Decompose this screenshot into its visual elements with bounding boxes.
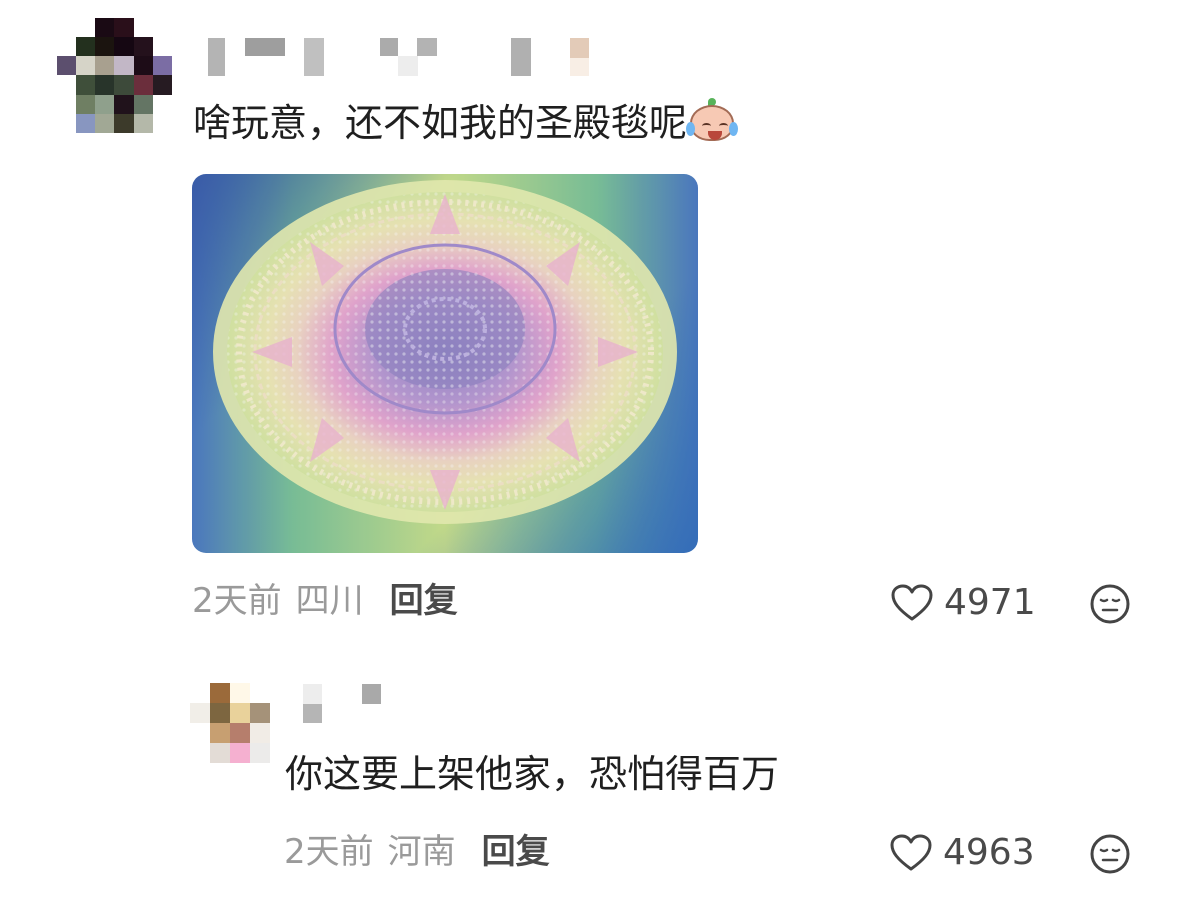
avatar[interactable] [57, 18, 172, 133]
comment-time: 2天前 [192, 581, 282, 621]
crochet-blanket-image [213, 180, 677, 524]
reply-meta: 2天前 河南 回复 [284, 835, 550, 869]
comment-location: 四川 [295, 581, 364, 621]
reply-text: 你这要上架他家，恐怕得百万 [285, 752, 780, 796]
comment-text-content: 啥玩意，还不如我的圣殿毯呢 [193, 101, 688, 145]
heart-icon [890, 834, 932, 871]
reply-like-button[interactable]: 4963 [889, 833, 1035, 873]
comment-meta: 2天前 四川 回复 [192, 584, 458, 618]
comment-text: 啥玩意，还不如我的圣殿毯呢 [193, 98, 739, 145]
reply-avatar[interactable] [190, 683, 270, 763]
reply-dislike-button[interactable] [1089, 833, 1131, 875]
reply-reply-button[interactable]: 回复 [482, 832, 550, 872]
attached-image[interactable] [192, 174, 698, 553]
like-button[interactable]: 4971 [890, 583, 1036, 623]
reply-time: 2天前 [284, 832, 374, 872]
reply-button[interactable]: 回复 [390, 581, 458, 621]
reply-location: 河南 [387, 832, 456, 872]
dislike-button[interactable] [1089, 583, 1131, 625]
meh-face-icon [1090, 584, 1130, 624]
like-count: 4971 [944, 582, 1036, 623]
reply-like-count: 4963 [943, 832, 1035, 873]
meh-face-icon [1090, 834, 1130, 874]
crying-laughing-face-icon [686, 98, 739, 142]
heart-icon [891, 584, 933, 621]
